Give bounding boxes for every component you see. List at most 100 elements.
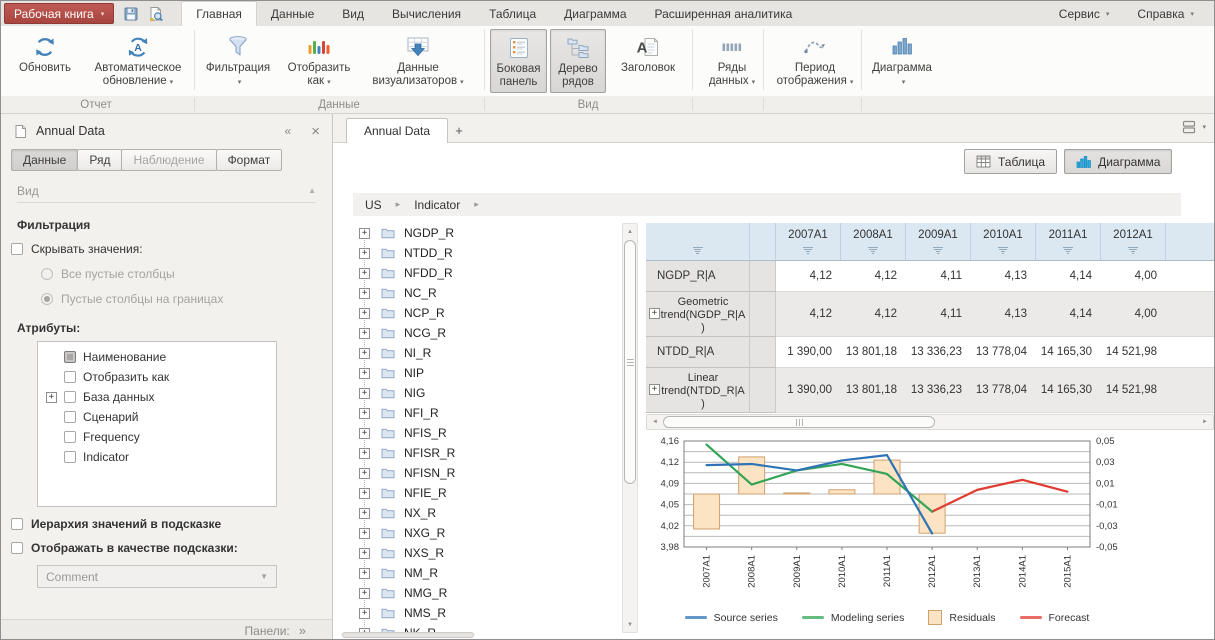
table-cell-2011A1[interactable]: 14 165,30 — [1036, 368, 1101, 413]
table-cell-2008A1[interactable]: 4,12 — [841, 292, 906, 337]
menu-tab-servis[interactable]: Сервис▾ — [1045, 1, 1124, 26]
save-button[interactable] — [119, 3, 142, 24]
expand-icon[interactable]: + — [359, 448, 370, 459]
checkbox[interactable] — [11, 542, 23, 554]
expand-icon[interactable]: + — [359, 548, 370, 559]
tree-item-nfisr_r[interactable]: +NFISR_R — [342, 443, 620, 463]
tooltip-checkbox-row[interactable]: Отображать в качестве подсказки: — [11, 541, 316, 555]
tree-horizontal-scrollbar[interactable] — [342, 632, 620, 640]
table-cell-2010A1[interactable]: 4,13 — [971, 292, 1036, 337]
expand-icon[interactable]: + — [649, 384, 660, 395]
table-cell-2007A1[interactable]: 1 390,00 — [776, 337, 841, 368]
ribbon-display-as-button[interactable]: Отобразить как▾ — [283, 29, 355, 93]
scroll-down-button[interactable]: ▼ — [623, 618, 637, 631]
column-header-2012A1[interactable]: 2012A1 — [1101, 223, 1166, 261]
tree-item-ntdd_r[interactable]: +NTDD_R — [342, 243, 620, 263]
checkbox[interactable] — [64, 411, 76, 423]
tree-item-nig[interactable]: +NIG — [342, 383, 620, 403]
table-cell-2008A1[interactable]: 13 801,18 — [841, 368, 906, 413]
row-header[interactable]: +Linear trend(NTDD_R|A) — [646, 368, 750, 413]
hide-values-checkbox-row[interactable]: Скрывать значения: — [11, 242, 316, 256]
ribbon-refresh-button[interactable]: Обновить — [7, 29, 83, 93]
table-cell-2010A1[interactable]: 4,13 — [971, 261, 1036, 292]
table-cell-2007A1[interactable]: 4,12 — [776, 292, 841, 337]
filter-icon[interactable] — [1128, 247, 1138, 254]
tree-item-ncp_r[interactable]: +NCP_R — [342, 303, 620, 323]
menu-tab-tablitsa[interactable]: Таблица — [475, 1, 550, 26]
expand-icon[interactable]: + — [359, 568, 370, 579]
row-header-filter[interactable] — [646, 223, 750, 261]
hierarchy-checkbox-row[interactable]: Иерархия значений в подсказке — [11, 517, 316, 531]
print-preview-button[interactable] — [144, 3, 167, 24]
tree-item-nip[interactable]: +NIP — [342, 363, 620, 383]
tree-item-nfi_r[interactable]: +NFI_R — [342, 403, 620, 423]
expand-icon[interactable]: + — [359, 588, 370, 599]
ribbon-data-series-button[interactable]: Ряды данных▾ — [701, 29, 763, 93]
edge-empty-columns-radio-row[interactable]: Пустые столбцы на границах — [41, 292, 316, 306]
layout-options-button[interactable]: ▾ — [1181, 120, 1206, 134]
column-header-2007A1[interactable]: 2007A1 — [776, 223, 841, 261]
attribute-item-naimenovanie[interactable]: +Наименование — [38, 347, 276, 367]
expand-icon[interactable]: + — [359, 408, 370, 419]
new-tab-button[interactable]: + — [446, 118, 472, 143]
panels-more-icon[interactable]: » — [299, 623, 306, 638]
checkbox[interactable] — [64, 451, 76, 463]
table-cell-2009A1[interactable]: 13 336,23 — [906, 337, 971, 368]
table-cell-2009A1[interactable]: 13 336,23 — [906, 368, 971, 413]
tree-vertical-scrollbar[interactable]: ▲ ▼ — [622, 223, 638, 633]
chart-view-button[interactable]: Диаграмма — [1064, 149, 1172, 174]
filter-icon[interactable] — [1063, 247, 1073, 254]
table-cell-2012A1[interactable]: 14 521,98 — [1101, 337, 1166, 368]
table-cell-2012A1[interactable]: 14 521,98 — [1101, 368, 1166, 413]
tree-item-nfdd_r[interactable]: +NFDD_R — [342, 263, 620, 283]
ribbon-chart-button[interactable]: Диаграмма ▾ — [869, 29, 935, 93]
scrollbar-thumb[interactable] — [342, 632, 474, 638]
table-cell-2007A1[interactable]: 4,12 — [776, 261, 841, 292]
table-cell-2012A1[interactable]: 4,00 — [1101, 292, 1166, 337]
expand-icon[interactable]: + — [359, 248, 370, 259]
menu-tab-vid[interactable]: Вид — [328, 1, 378, 26]
tree-item-nfie_r[interactable]: +NFIE_R — [342, 483, 620, 503]
sidebar-tab-format[interactable]: Формат — [216, 149, 283, 171]
ribbon-side-panel-button[interactable]: Боковая панель — [490, 29, 547, 93]
expand-icon[interactable]: + — [359, 288, 370, 299]
document-tab-annual-data[interactable]: Annual Data — [346, 118, 448, 143]
table-cell-2009A1[interactable]: 4,11 — [906, 292, 971, 337]
filter-icon[interactable] — [693, 247, 703, 254]
expand-icon[interactable]: + — [359, 508, 370, 519]
expand-icon[interactable]: + — [359, 608, 370, 619]
tree-item-ni_r[interactable]: +NI_R — [342, 343, 620, 363]
workbook-menu-button[interactable]: Рабочая книга ▾ — [4, 3, 114, 24]
table-cell-2010A1[interactable]: 13 778,04 — [971, 337, 1036, 368]
menu-tab-spravka[interactable]: Справка▾ — [1123, 1, 1208, 26]
scrollbar-thumb[interactable] — [624, 240, 636, 484]
expand-icon[interactable]: + — [359, 388, 370, 399]
tree-item-nms_r[interactable]: +NMS_R — [342, 603, 620, 623]
checkbox[interactable] — [11, 243, 23, 255]
column-header-2009A1[interactable]: 2009A1 — [906, 223, 971, 261]
all-empty-columns-radio-row[interactable]: Все пустые столбцы — [41, 267, 316, 281]
expand-icon[interactable]: + — [359, 368, 370, 379]
column-header-2010A1[interactable]: 2010A1 — [971, 223, 1036, 261]
scroll-left-button[interactable]: ◄ — [648, 415, 662, 429]
comment-dropdown[interactable]: Comment ▼ — [37, 565, 277, 588]
attribute-item-frequency[interactable]: +Frequency — [38, 427, 276, 447]
expand-icon[interactable]: + — [46, 392, 57, 403]
expand-icon[interactable]: + — [359, 528, 370, 539]
row-header[interactable]: NGDP_R|A — [646, 261, 750, 292]
checkbox[interactable] — [64, 351, 76, 363]
table-cell-2008A1[interactable]: 4,12 — [841, 261, 906, 292]
table-cell-2010A1[interactable]: 13 778,04 — [971, 368, 1036, 413]
expand-icon[interactable]: + — [359, 468, 370, 479]
tree-item-nmg_r[interactable]: +NMG_R — [342, 583, 620, 603]
row-header[interactable]: NTDD_R|A — [646, 337, 750, 368]
column-header-2008A1[interactable]: 2008A1 — [841, 223, 906, 261]
scroll-up-button[interactable]: ▲ — [623, 225, 637, 238]
sidebar-tab-dannye[interactable]: Данные — [11, 149, 78, 171]
expand-icon[interactable]: + — [649, 308, 660, 319]
table-cell-2011A1[interactable]: 14 165,30 — [1036, 337, 1101, 368]
tree-item-nxg_r[interactable]: +NXG_R — [342, 523, 620, 543]
breadcrumb-item-us[interactable]: US — [365, 198, 382, 212]
tree-item-nfisn_r[interactable]: +NFISN_R — [342, 463, 620, 483]
table-cell-2007A1[interactable]: 1 390,00 — [776, 368, 841, 413]
